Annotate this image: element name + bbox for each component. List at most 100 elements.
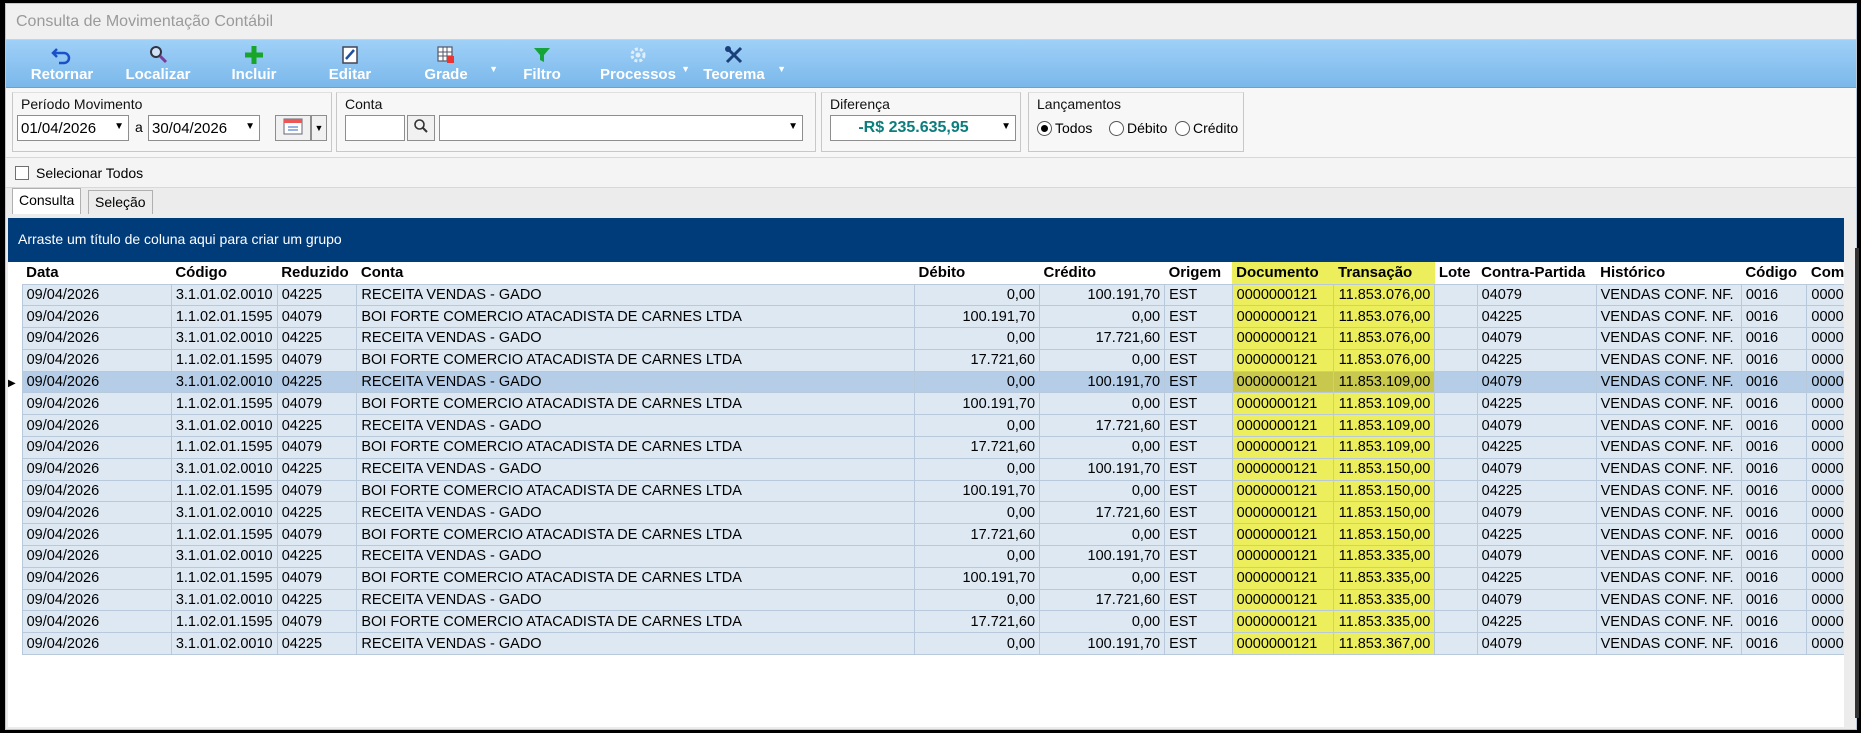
row-indicator[interactable] [8,458,23,481]
cell-historico[interactable]: VENDAS CONF. NF. [1595,479,1742,503]
cell-data[interactable]: 09/04/2026 [21,588,172,612]
cell-codigo-2[interactable]: 0016 [1740,501,1808,525]
cell-origem[interactable]: EST [1164,327,1233,350]
cell-documento[interactable]: 0000000121 [1231,588,1335,612]
cell-reduzido[interactable]: 04225 [276,501,358,525]
diferenca-field[interactable]: -R$ 235.635,95 ▼ [830,115,1016,141]
row-indicator[interactable] [8,610,23,633]
cell-transacao[interactable]: 11.853.335,00 [1333,566,1436,590]
cell-debito[interactable]: 0,00 [914,283,1041,307]
cell-reduzido[interactable]: 04225 [276,632,358,656]
conta-code-input[interactable] [345,115,405,141]
cell-comp[interactable]: 000000 [1806,610,1844,634]
radio-todos-dot[interactable] [1037,120,1052,136]
cell-origem[interactable]: EST [1164,632,1233,656]
cell-codigo[interactable]: 3.1.01.02.0010 [170,457,278,481]
cell-credito[interactable]: 100.191,70 [1039,457,1166,481]
tab-selecao[interactable]: Seleção [88,190,153,214]
cell-credito[interactable]: 0,00 [1039,392,1166,416]
col-header-comp[interactable]: Comp [1806,262,1844,284]
cell-origem[interactable]: EST [1164,392,1233,416]
cell-comp[interactable]: 000000 [1806,436,1844,459]
cell-contra-partida[interactable]: 04079 [1476,327,1597,350]
cell-reduzido[interactable]: 04079 [276,610,358,634]
cell-lote[interactable] [1434,348,1478,372]
cell-debito[interactable]: 100.191,70 [914,479,1041,503]
cell-codigo-2[interactable]: 0016 [1740,523,1808,547]
cell-origem[interactable]: EST [1164,523,1233,547]
cell-data[interactable]: 09/04/2026 [21,436,172,459]
cell-contra-partida[interactable]: 04079 [1476,632,1597,656]
cell-debito[interactable]: 0,00 [914,414,1041,438]
cell-transacao[interactable]: 11.853.076,00 [1333,305,1436,329]
cell-conta[interactable]: BOI FORTE COMERCIO ATACADISTA DE CARNES … [356,436,916,459]
cell-contra-partida[interactable]: 04079 [1476,588,1597,612]
cell-contra-partida[interactable]: 04079 [1476,457,1597,481]
cell-historico[interactable]: VENDAS CONF. NF. [1595,414,1742,438]
table-row[interactable]: 09/04/2026 3.1.01.02.0010 04225 RECEITA VEN… [8,283,1844,307]
cell-reduzido[interactable]: 04079 [276,392,358,416]
cell-historico[interactable]: VENDAS CONF. NF. [1595,632,1742,656]
cell-debito[interactable]: 0,00 [914,327,1041,350]
table-row[interactable]: ▶ 09/04/2026 3.1.01.02.0010 04225 RECEITA VE… [8,370,1844,394]
cell-reduzido[interactable]: 04225 [276,414,358,438]
cell-lote[interactable] [1434,392,1478,416]
cell-data[interactable]: 09/04/2026 [21,283,172,307]
cell-historico[interactable]: VENDAS CONF. NF. [1595,610,1742,634]
cell-comp[interactable]: 000000 [1806,588,1844,612]
cell-transacao[interactable]: 11.853.150,00 [1333,523,1436,547]
cell-reduzido[interactable]: 04225 [276,457,358,481]
col-header-transacao[interactable]: Transação [1333,262,1435,284]
cell-credito[interactable]: 17.721,60 [1039,414,1166,438]
cell-conta[interactable]: BOI FORTE COMERCIO ATACADISTA DE CARNES … [356,566,916,590]
cell-codigo[interactable]: 1.1.02.01.1595 [170,392,278,416]
cell-codigo-2[interactable]: 0016 [1740,610,1808,634]
cell-transacao[interactable]: 11.853.076,00 [1333,348,1436,372]
cell-lote[interactable] [1434,523,1478,547]
col-header-data[interactable]: Data [22,262,172,284]
cell-credito[interactable]: 0,00 [1039,610,1166,634]
cell-documento[interactable]: 0000000121 [1231,392,1335,416]
cell-documento[interactable]: 0000000121 [1231,501,1335,525]
cell-origem[interactable]: EST [1164,588,1233,612]
cell-comp[interactable]: 000000 [1806,305,1844,329]
cell-historico[interactable]: VENDAS CONF. NF. [1595,283,1742,307]
table-row[interactable]: 09/04/2026 3.1.01.02.0010 04225 RECEITA VEN… [8,457,1844,481]
cell-credito[interactable]: 0,00 [1039,523,1166,547]
col-header-credito[interactable]: Crédito [1039,262,1165,284]
cell-documento[interactable]: 0000000121 [1231,414,1335,438]
cell-comp[interactable]: 000000 [1806,566,1844,590]
table-row[interactable]: 09/04/2026 1.1.02.01.1595 04079 BOI FORTE C… [8,305,1844,329]
cell-codigo[interactable]: 3.1.01.02.0010 [170,414,278,438]
row-indicator[interactable] [8,436,23,459]
cell-documento[interactable]: 0000000121 [1231,348,1335,372]
col-header-documento[interactable]: Documento [1232,262,1334,284]
cell-data[interactable]: 09/04/2026 [21,566,172,590]
cell-transacao[interactable]: 11.853.150,00 [1333,457,1436,481]
cell-origem[interactable]: EST [1164,414,1233,438]
cell-reduzido[interactable]: 04079 [276,523,358,547]
cell-data[interactable]: 09/04/2026 [21,501,172,525]
cell-codigo-2[interactable]: 0016 [1740,283,1808,307]
col-header-reduzido[interactable]: Reduzido [277,262,357,284]
cell-debito[interactable]: 100.191,70 [914,305,1041,329]
cell-documento[interactable]: 0000000121 [1231,327,1335,350]
cell-lote[interactable] [1434,588,1478,612]
cell-debito[interactable]: 0,00 [914,588,1041,612]
cell-comp[interactable]: 000000 [1806,501,1844,525]
localizar-button[interactable]: Localizar [110,40,206,87]
table-row[interactable]: 09/04/2026 3.1.01.02.0010 04225 RECEITA VEN… [8,414,1844,438]
row-indicator[interactable] [8,349,23,372]
editar-button[interactable]: Editar [302,40,398,87]
cell-transacao[interactable]: 11.853.076,00 [1333,327,1436,350]
cell-comp[interactable]: 000000 [1806,632,1844,656]
cell-lote[interactable] [1434,327,1478,350]
row-indicator[interactable] [8,523,23,546]
cell-historico[interactable]: VENDAS CONF. NF. [1595,348,1742,372]
cell-contra-partida[interactable]: 04225 [1476,305,1597,329]
table-row[interactable]: 09/04/2026 3.1.01.02.0010 04225 RECEITA VEN… [8,632,1844,656]
cell-data[interactable]: 09/04/2026 [21,545,172,568]
cell-conta[interactable]: RECEITA VENDAS - GADO [356,457,916,481]
cell-comp[interactable]: 000000 [1806,523,1844,547]
cell-reduzido[interactable]: 04225 [276,283,358,307]
